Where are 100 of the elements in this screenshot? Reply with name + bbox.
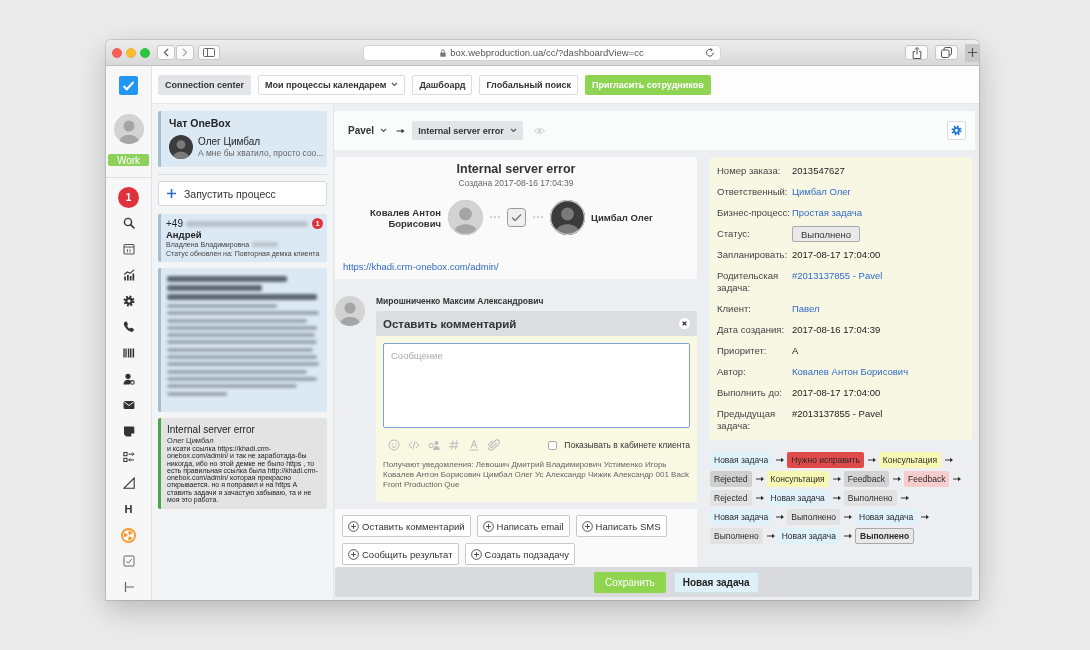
field-label: Статус:: [717, 228, 751, 240]
plus-icon: [967, 48, 977, 57]
field-link[interactable]: #2013137855 - Pavel: [792, 270, 965, 294]
tabs-button[interactable]: [935, 45, 958, 60]
sidebar-button[interactable]: [198, 45, 220, 60]
field-link[interactable]: Павел: [792, 303, 965, 315]
arrow-icon: [844, 533, 852, 539]
user-settings-icon[interactable]: [122, 373, 135, 385]
action-button[interactable]: Сообщить результат: [342, 543, 459, 565]
arrow-icon: [900, 495, 909, 501]
action-button[interactable]: Создать подзадачу: [464, 543, 575, 565]
field-value: 2017-08-17 17:04:00: [792, 249, 882, 261]
sidebar-icon: [203, 48, 215, 57]
swap-icon[interactable]: [122, 451, 135, 463]
arrow-icon: [776, 457, 785, 463]
action-button[interactable]: Написать SMS: [575, 515, 667, 537]
barcode-icon[interactable]: [122, 347, 135, 359]
dropdown-button[interactable]: Мои процессы календарем: [258, 74, 406, 95]
process-dropdown[interactable]: Internal server error: [412, 121, 523, 140]
phone-icon[interactable]: [122, 321, 135, 333]
avatar-icon: [448, 200, 483, 235]
contact-name: Андрей: [166, 229, 203, 240]
reload-icon[interactable]: [705, 47, 715, 58]
toolbar-tab[interactable]: Дашбоард: [412, 74, 473, 95]
action-button[interactable]: Написать email: [476, 515, 570, 537]
caret-icon: [391, 82, 399, 87]
caret-icon: [509, 128, 517, 133]
field-link[interactable]: Цимбал Олег: [792, 186, 965, 198]
new-tab-button[interactable]: [965, 43, 979, 62]
tabs-icon: [941, 47, 952, 58]
logo-tick-icon[interactable]: [119, 75, 138, 95]
text-color-icon[interactable]: [468, 439, 480, 451]
start-process-button[interactable]: Запустить процесс: [158, 181, 327, 206]
status-button[interactable]: Выполнено: [792, 226, 860, 242]
status-tag: Выполнено: [787, 509, 840, 525]
settings-button[interactable]: [947, 121, 966, 140]
new-task-button[interactable]: Новая задача: [673, 571, 759, 593]
chevron-left-icon: [163, 48, 169, 57]
checkbox-label[interactable]: Показывать в кабинете клиента: [564, 440, 690, 450]
field-label: Запланировать:: [717, 249, 789, 261]
status-tag: Выполнено: [710, 528, 763, 544]
task-link[interactable]: https://khadi.crm-onebox.com/admin/: [343, 261, 499, 272]
message-title: Internal server error: [167, 424, 256, 436]
field-label: Предыдущая задача:: [717, 408, 777, 432]
mail-icon[interactable]: [122, 399, 135, 411]
recipients-text: Получают уведомления: Левошич Дмитрий Владимирович Устименко Игорь Ковалев Антон Борисович Цимбал Олег Ус Александр Чижик Александр 001 Back Front Production Que: [383, 460, 690, 490]
chat-card[interactable]: [158, 418, 327, 510]
field-label: Родительская задача:: [717, 270, 780, 294]
commenter-name: Мирошниченко Максим Александрович: [376, 296, 545, 306]
plus-circle-icon: [470, 548, 482, 560]
action-button[interactable]: Оставить комментарий: [342, 515, 471, 537]
field-label: Приоритет:: [717, 345, 768, 357]
owner-dropdown[interactable]: Pavel: [348, 125, 388, 136]
letter-icon[interactable]: H: [124, 503, 133, 515]
share-button[interactable]: [905, 45, 928, 60]
arrow-icon: [776, 514, 785, 520]
window-close-icon[interactable]: [112, 47, 122, 58]
calendar-icon[interactable]: [122, 243, 135, 255]
field-label: Номер заказа:: [717, 165, 782, 177]
sidebar-toggle-icon[interactable]: [122, 581, 135, 593]
arrow-icon: [893, 476, 902, 482]
status-tag: Выполнено: [855, 528, 915, 544]
plus-circle-icon: [348, 520, 359, 532]
field-label: Клиент:: [717, 303, 752, 315]
arrow-icon: [766, 533, 775, 539]
message-field[interactable]: Сообщение: [383, 343, 690, 428]
settings-icon[interactable]: [122, 295, 135, 307]
blurred-text: [252, 242, 279, 247]
share-icon: [911, 46, 922, 59]
close-icon[interactable]: [679, 318, 690, 329]
message-preview: А мне бы хватило, просто соо...: [198, 147, 324, 159]
status-tag: Rejected: [710, 471, 752, 487]
toolbar-tab[interactable]: Connection center: [158, 74, 251, 95]
field-link[interactable]: Ковалев Антон Борисович: [792, 366, 965, 378]
field-label: Ответственный:: [717, 186, 789, 198]
lock-icon: [440, 48, 447, 57]
status-tag: Новая задача: [777, 528, 840, 544]
note-icon[interactable]: [122, 425, 135, 437]
toolbar-tab[interactable]: Глобальный поиск: [479, 74, 579, 95]
chat-preview-card[interactable]: Чат OneBox Олег Цимбал А мне бы хватило, просто соо...: [158, 111, 327, 167]
tick-box-icon[interactable]: [122, 555, 135, 567]
paperclip-icon[interactable]: [488, 439, 500, 451]
chart-icon[interactable]: [122, 269, 135, 281]
field-link[interactable]: Простая задача: [792, 207, 965, 219]
back-button[interactable]: [157, 45, 175, 60]
plus-circle-icon: [581, 520, 593, 532]
chat-card[interactable]: [158, 268, 327, 412]
notification-badge[interactable]: 1: [118, 187, 139, 208]
caret-icon: [380, 128, 388, 133]
chevron-right-icon: [182, 48, 188, 57]
status-tag: Новая задача: [855, 509, 918, 525]
avatar-icon: [550, 200, 585, 235]
address-bar[interactable]: box.webproduction.ua/cc/?dashboardView=cc: [363, 44, 721, 61]
search-icon[interactable]: [122, 217, 135, 229]
avatar-icon: [113, 114, 144, 144]
arrow-icon: [945, 457, 953, 463]
tick-box-icon: [507, 208, 526, 227]
checkbox[interactable]: [548, 440, 558, 450]
status-tag: Выполнено: [843, 490, 897, 506]
arrow-icon: [832, 476, 841, 482]
